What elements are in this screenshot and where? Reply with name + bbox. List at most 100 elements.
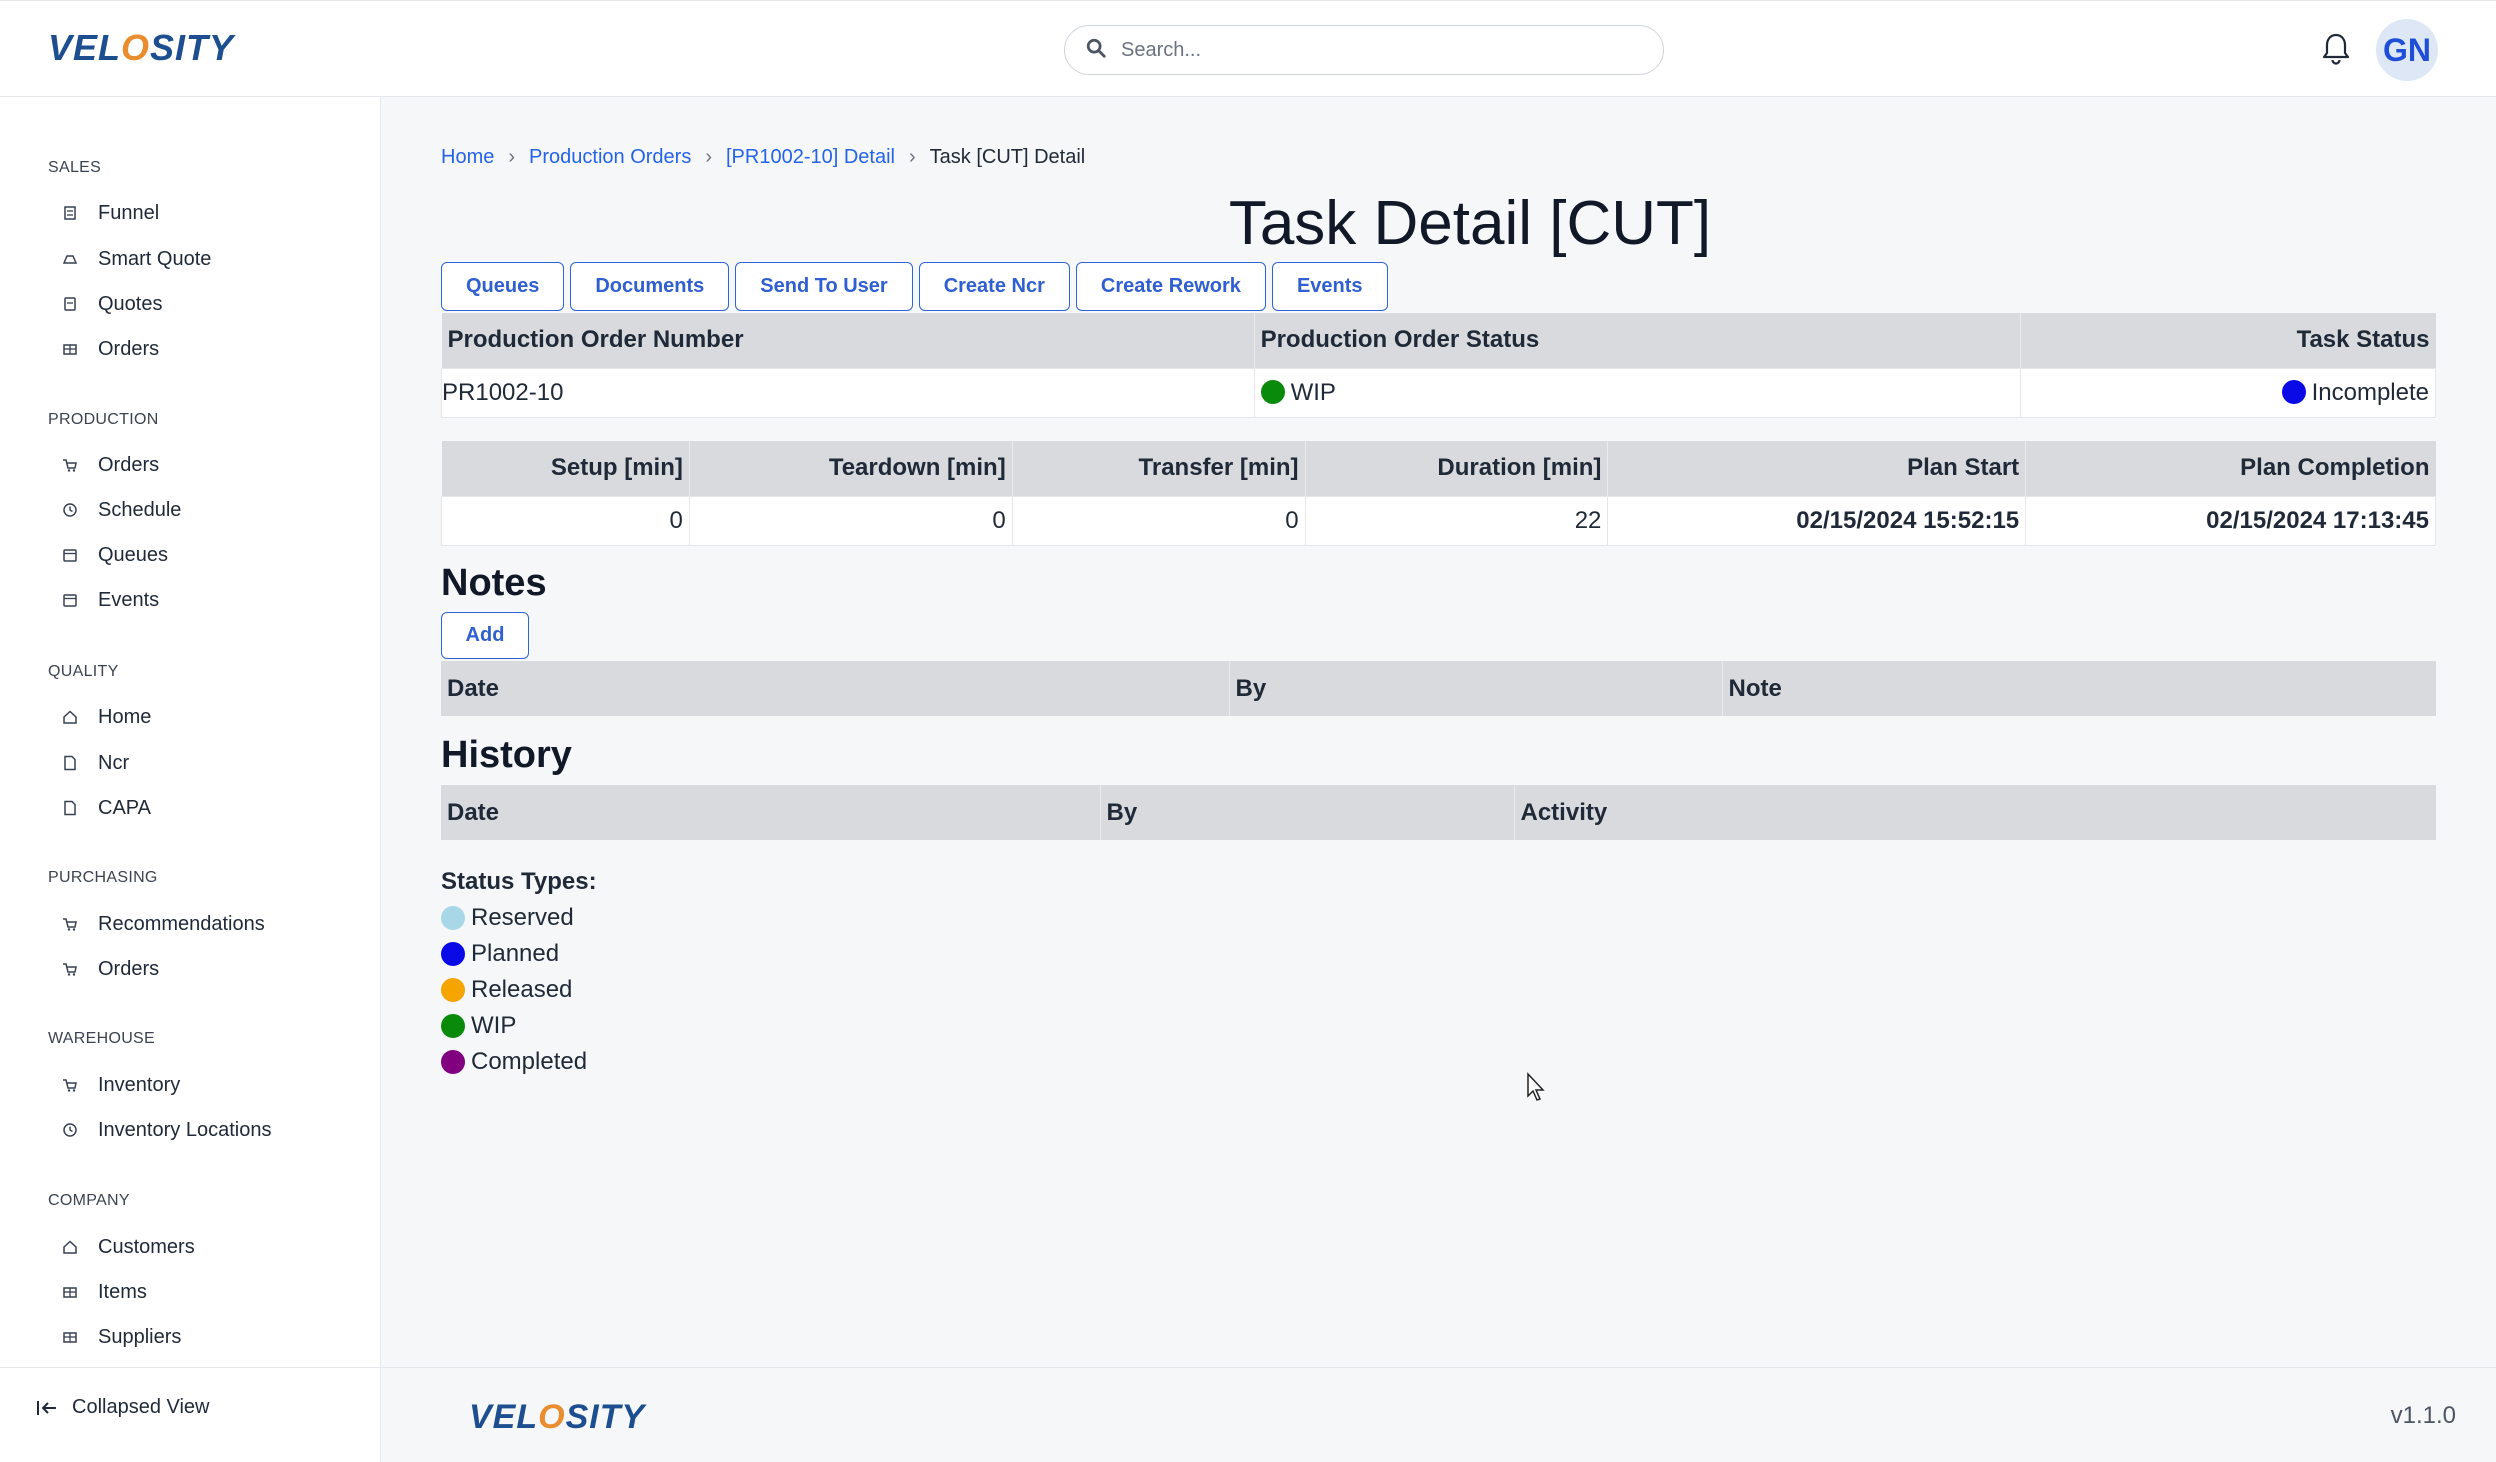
sidebar-item-quality-home[interactable]: Home (62, 697, 362, 737)
sidebar-item-recommendations[interactable]: Recommendations (62, 904, 362, 944)
timing-table: Setup [min] Teardown [min] Transfer [min… (441, 441, 2436, 546)
sidebar-item-inventory-locations[interactable]: Inventory Locations (62, 1110, 362, 1150)
create-rework-button[interactable]: Create Rework (1075, 262, 1266, 311)
footer-logo: VEL O SITY (469, 1398, 646, 1436)
cart-icon (62, 457, 78, 473)
table-header-row: Setup [min] Teardown [min] Transfer [min… (441, 441, 2436, 496)
queues-button[interactable]: Queues (441, 262, 565, 311)
add-note-button[interactable]: Add (441, 612, 529, 659)
clock-icon (62, 1122, 78, 1138)
home-icon (62, 1239, 78, 1255)
avatar[interactable]: GN (2376, 19, 2438, 81)
breadcrumb-order-detail[interactable]: [PR1002-10] Detail (726, 146, 895, 169)
plan-start-value: 02/15/2024 15:52:15 (1607, 495, 2027, 546)
cart-icon (62, 916, 78, 932)
setup-value: 0 (441, 495, 690, 546)
bell-icon[interactable] (2320, 32, 2352, 66)
column-header: Production Order Status (1253, 313, 2021, 368)
sidebar-item-label: CAPA (98, 796, 151, 819)
sidebar-item-sales-orders[interactable]: Orders (62, 329, 362, 369)
column-header: Transfer [min] (1011, 441, 1306, 496)
cart-icon (62, 1077, 78, 1093)
status-dot-icon (441, 942, 465, 966)
top-bar: VELOSITY GN (0, 0, 2496, 97)
sidebar-section-company: COMPANY (48, 1192, 130, 1209)
chevron-right-icon: › (508, 146, 516, 168)
legend-label: Released (471, 976, 573, 1003)
sidebar-footer: Collapsed View (0, 1367, 381, 1462)
column-header: Production Order Number (441, 313, 1255, 368)
sidebar-item-items[interactable]: Items (62, 1272, 362, 1312)
sidebar: SALES Funnel Smart Quote Quotes Orders P… (0, 97, 381, 1462)
cart-icon (62, 961, 78, 977)
sidebar-item-customers[interactable]: Customers (62, 1227, 362, 1267)
column-header: Teardown [min] (688, 441, 1013, 496)
legend-item-reserved: Reserved (441, 900, 587, 936)
column-header: Note (1721, 661, 2436, 716)
sidebar-section-warehouse: WAREHOUSE (48, 1030, 156, 1047)
velosity-logo[interactable]: VEL O SITY (48, 27, 234, 69)
sidebar-item-quotes[interactable]: Quotes (62, 284, 362, 324)
breadcrumb-production-orders[interactable]: Production Orders (529, 146, 691, 169)
sidebar-item-purchasing-orders[interactable]: Orders (62, 949, 362, 989)
sidebar-item-label: Recommendations (98, 912, 265, 935)
breadcrumb-home[interactable]: Home (441, 146, 494, 169)
production-order-status: WIP (1290, 378, 1336, 406)
production-order-number: PR1002-10 (441, 367, 1255, 418)
status-legend: Reserved Planned Released WIP Completed (441, 900, 587, 1080)
column-header: Duration [min] (1304, 441, 1608, 496)
status-dot-icon (1260, 379, 1285, 404)
status-dot-icon (2281, 379, 2306, 404)
orders-icon (62, 1284, 78, 1300)
sidebar-item-label: Orders (98, 957, 160, 980)
clock-icon (62, 502, 78, 518)
sidebar-item-funnel[interactable]: Funnel (62, 193, 362, 233)
status-dot-icon (441, 1014, 465, 1038)
sidebar-item-label: Smart Quote (98, 247, 212, 270)
sidebar-item-suppliers[interactable]: Suppliers (62, 1317, 362, 1357)
sidebar-section-quality: QUALITY (48, 663, 119, 680)
documents-button[interactable]: Documents (570, 262, 730, 311)
search-box[interactable] (1064, 25, 1664, 75)
teardown-value: 0 (688, 495, 1013, 546)
home-icon (62, 709, 78, 725)
history-heading: History (441, 734, 572, 776)
collapse-view-button[interactable]: Collapsed View (36, 1396, 210, 1419)
column-header: Task Status (2020, 313, 2436, 368)
table-row: PR1002-10 WIP Incomplete (441, 367, 2436, 418)
create-ncr-button[interactable]: Create Ncr (918, 262, 1070, 311)
table-header-row: Date By Note (441, 661, 2436, 716)
chevron-right-icon: › (705, 146, 712, 168)
sidebar-section-sales: SALES (48, 159, 102, 176)
legend-label: Reserved (471, 904, 574, 931)
status-dot-icon (441, 978, 465, 1002)
sidebar-item-smart-quote[interactable]: Smart Quote (62, 239, 362, 279)
transfer-value: 0 (1011, 495, 1306, 546)
sidebar-item-label: Events (98, 588, 160, 611)
send-to-user-button[interactable]: Send To User (735, 262, 913, 311)
sidebar-item-capa[interactable]: CAPA (62, 788, 362, 828)
notes-table: Date By Note (441, 661, 2436, 716)
sidebar-item-ncr[interactable]: Ncr (62, 743, 362, 783)
sidebar-item-production-orders[interactable]: Orders (62, 445, 362, 485)
task-status: Incomplete (2311, 378, 2429, 406)
search-input[interactable] (1121, 38, 1641, 62)
sidebar-item-label: Schedule (98, 498, 182, 521)
sidebar-item-label: Ncr (98, 751, 130, 774)
sidebar-item-queues[interactable]: Queues (62, 535, 362, 575)
sidebar-item-label: Orders (98, 453, 160, 476)
sidebar-item-schedule[interactable]: Schedule (62, 490, 362, 530)
sidebar-item-label: Queues (98, 543, 169, 566)
funnel-icon (62, 205, 78, 221)
sidebar-item-label: Customers (98, 1235, 195, 1258)
legend-label: Planned (471, 940, 560, 967)
sidebar-item-inventory[interactable]: Inventory (62, 1065, 362, 1105)
file-icon (62, 755, 78, 771)
history-table: Date By Activity (441, 785, 2436, 840)
events-button[interactable]: Events (1271, 262, 1388, 311)
column-header: By (1099, 785, 1514, 840)
sidebar-item-events[interactable]: Events (62, 580, 362, 620)
file-icon (62, 800, 78, 816)
action-toolbar: Queues Documents Send To User Create Ncr… (441, 262, 1394, 311)
table-row: 0 0 0 22 02/15/2024 15:52:15 02/15/2024 … (441, 495, 2436, 546)
